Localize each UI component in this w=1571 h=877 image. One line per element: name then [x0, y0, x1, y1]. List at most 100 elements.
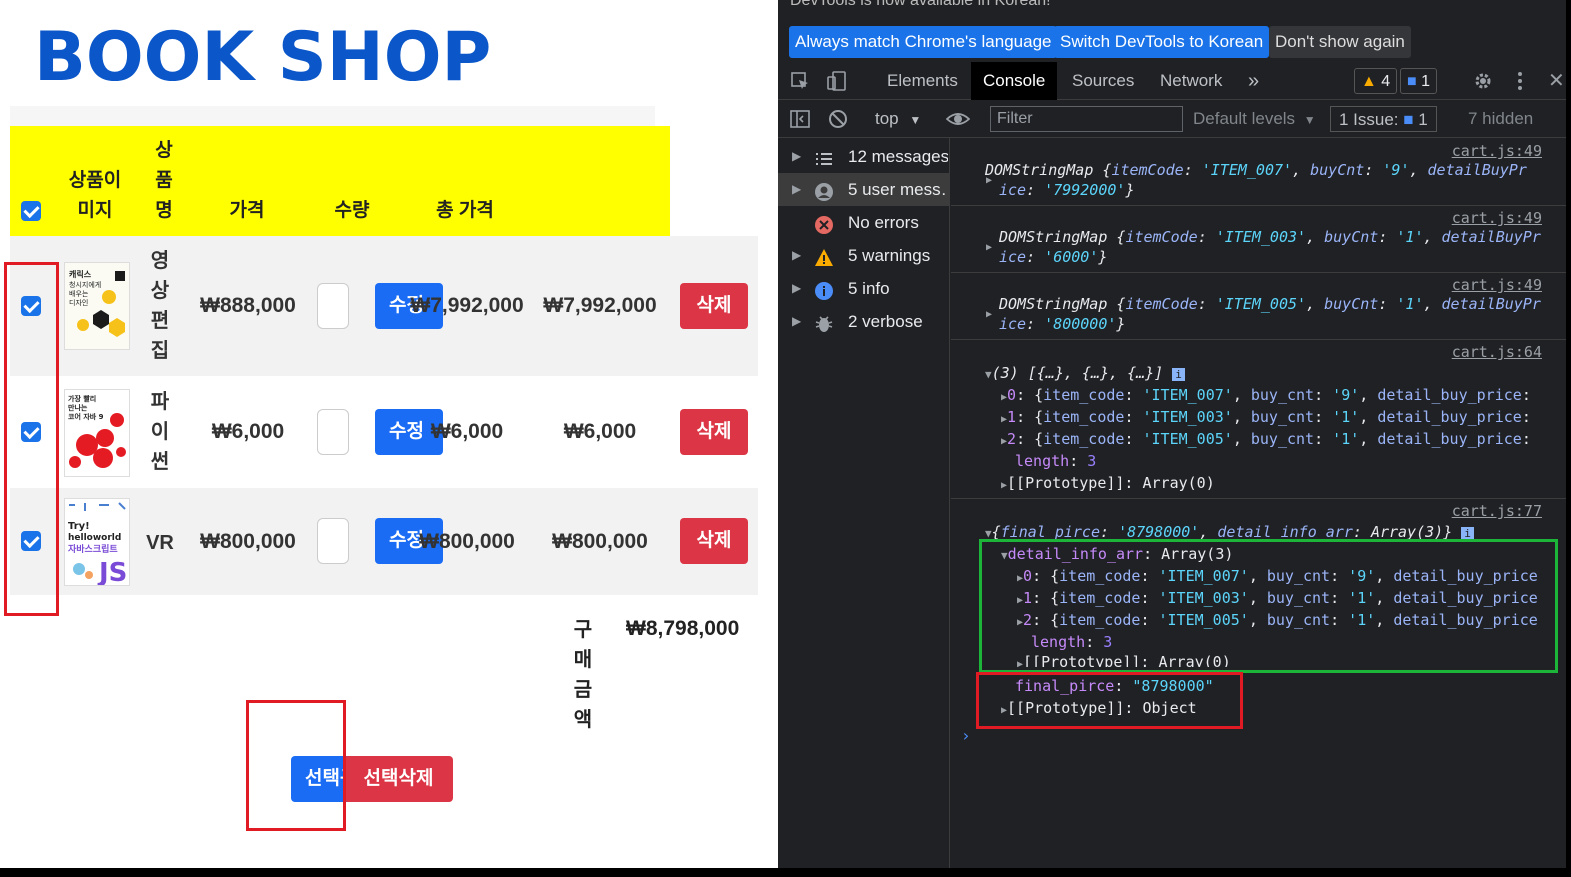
unit-price: ₩800,000	[200, 530, 296, 553]
context-selector[interactable]: top ▼	[875, 106, 921, 132]
purchase-label-char: 금	[573, 679, 593, 701]
annotation-red-box	[246, 700, 346, 831]
subtotal-price: ₩7,992,000	[410, 294, 524, 317]
array-item-line[interactable]: ▶0: {item_code: 'ITEM_007', buy_cnt: '9'…	[1001, 386, 1531, 404]
tab-sources[interactable]: Sources	[1060, 62, 1146, 100]
quantity-input[interactable]	[317, 283, 349, 329]
device-toolbar-icon[interactable]	[826, 70, 848, 92]
log-separator	[951, 498, 1566, 499]
warnings-badge[interactable]: ▲ 4	[1354, 68, 1398, 94]
source-link[interactable]: cart.js:77	[1452, 502, 1542, 520]
sidebar-item-user-messages[interactable]: ▶ 5 user mess…	[778, 173, 950, 206]
info-icon: i	[1172, 368, 1185, 381]
array-item-line[interactable]: ▶1: {item_code: 'ITEM_003', buy_cnt: '1'…	[1001, 408, 1531, 426]
quantity-input[interactable]	[317, 518, 349, 564]
clear-console-icon[interactable]	[828, 109, 848, 129]
book-shop-page: BOOK SHOP 상품이 미지 상 품 명 가격 수량 총 가격 캐릭스 청시…	[0, 0, 778, 868]
user-icon	[814, 180, 834, 201]
bug-icon	[814, 312, 834, 332]
kebab-menu-icon[interactable]	[1515, 70, 1525, 92]
console-log-line[interactable]: DOMStringMap {itemCode: 'ITEM_005', buyC…	[999, 295, 1541, 313]
annotation-red-box	[4, 262, 59, 616]
dont-show-again-button[interactable]: Don't show again	[1269, 26, 1411, 58]
array-length: 3	[1087, 452, 1097, 470]
header-image-line: 상품이	[68, 170, 122, 191]
inspect-element-icon[interactable]	[790, 71, 810, 91]
svg-text:helloworld: helloworld	[68, 533, 121, 543]
filter-input[interactable]: Filter	[990, 106, 1183, 132]
product-name-char: VR	[146, 532, 174, 554]
switch-to-korean-button[interactable]: Switch DevTools to Korean	[1054, 26, 1270, 58]
source-link[interactable]: cart.js:49	[1452, 142, 1542, 160]
product-name: 파 이 썬	[146, 387, 174, 477]
dropdown-icon: ▼	[909, 113, 922, 127]
expand-arrow-icon: ▶	[792, 182, 802, 196]
console-sidebar: ▶ 12 messages ▶ 5 user mess… No errors ▶…	[778, 138, 950, 868]
console-prompt-icon[interactable]: ›	[961, 726, 971, 745]
issues-badge[interactable]: ■ 1	[1400, 68, 1438, 94]
source-link[interactable]: cart.js:49	[1452, 209, 1542, 227]
tab-network[interactable]: Network	[1148, 62, 1234, 100]
subtotal-price: ₩800,000	[419, 530, 515, 553]
log-separator	[951, 339, 1566, 340]
array-proto-line[interactable]: ▶[[Prototype]]: Array(0)	[1001, 474, 1215, 492]
sidebar-item-label: 5 user mess…	[848, 180, 948, 199]
array-index: 0	[1007, 386, 1017, 404]
sidebar-item-warnings[interactable]: ▶ 5 warnings	[778, 239, 950, 272]
svg-text:배우는: 배우는	[69, 289, 89, 298]
source-link[interactable]: cart.js:49	[1452, 276, 1542, 294]
always-match-language-button[interactable]: Always match Chrome's language	[789, 26, 1058, 58]
array-item-code: ITEM_005	[1151, 430, 1224, 448]
svg-text:만나는: 만나는	[68, 403, 88, 412]
eye-icon[interactable]	[945, 109, 971, 129]
tab-console[interactable]: Console	[971, 62, 1058, 100]
total-price: ₩800,000	[552, 530, 648, 553]
array-item-code: ITEM_007	[1151, 386, 1224, 404]
sidebar-toggle-icon[interactable]	[790, 109, 810, 129]
quantity-input[interactable]	[317, 409, 349, 455]
sidebar-item-messages[interactable]: ▶ 12 messages	[778, 140, 950, 173]
header-price: 가격	[229, 200, 265, 221]
array-index: 1	[1007, 408, 1017, 426]
delete-button[interactable]: 삭제	[680, 409, 748, 455]
array-summary-line[interactable]: ▼(3) [{…}, {…}, {…}] i	[985, 364, 1185, 382]
delete-button[interactable]: 삭제	[680, 283, 748, 329]
warning-icon: ▲	[1361, 73, 1377, 90]
svg-text:코어 자바 9: 코어 자바 9	[68, 412, 104, 421]
array-proto: Array(0)	[1142, 474, 1215, 492]
more-tabs-button[interactable]: »	[1236, 62, 1271, 100]
log-price: 800000	[1053, 315, 1108, 333]
source-link[interactable]: cart.js:64	[1452, 343, 1542, 361]
sidebar-item-errors[interactable]: No errors	[778, 206, 950, 239]
sidebar-item-label: 12 messages	[848, 147, 948, 166]
sidebar-item-info[interactable]: ▶ 5 info	[778, 272, 950, 305]
issues-count: 1	[1418, 110, 1428, 129]
select-delete-button[interactable]: 선택삭제	[344, 756, 453, 802]
unit-price: ₩6,000	[211, 420, 285, 443]
array-item-line[interactable]: ▶2: {item_code: 'ITEM_005', buy_cnt: '1'…	[1001, 430, 1531, 448]
sidebar-item-verbose[interactable]: ▶ 2 verbose	[778, 305, 950, 338]
log-levels-dropdown[interactable]: Default levels ▼	[1193, 106, 1316, 132]
delete-button[interactable]: 삭제	[680, 518, 748, 564]
log-levels-label: Default levels	[1193, 109, 1296, 128]
console-output: cart.js:49 DOMStringMap {itemCode: 'ITEM…	[951, 138, 1566, 868]
expand-arrow-icon[interactable]: ▶	[986, 309, 992, 320]
devtools-panel: DevTools is now available in Korean! Alw…	[778, 0, 1566, 868]
gear-icon[interactable]	[1472, 70, 1494, 92]
close-icon[interactable]: ✕	[1548, 70, 1565, 92]
expand-arrow-icon[interactable]: ▶	[986, 175, 992, 186]
product-name-char: 편	[150, 310, 170, 332]
array-length-line: length: 3	[1015, 452, 1097, 470]
console-log-line[interactable]: DOMStringMap {itemCode: 'ITEM_007', buyC…	[985, 161, 1527, 179]
sidebar-item-label: 5 info	[848, 279, 890, 298]
log-buy-cnt: 1	[1405, 295, 1415, 313]
header-spacer	[10, 106, 655, 126]
sidebar-item-label: No errors	[848, 213, 919, 232]
console-log-line[interactable]: DOMStringMap {itemCode: 'ITEM_003', buyC…	[999, 228, 1541, 246]
select-all-checkbox[interactable]	[21, 201, 41, 221]
message-icon: ■	[1403, 110, 1414, 129]
expand-arrow-icon[interactable]: ▶	[986, 242, 992, 253]
tab-elements[interactable]: Elements	[875, 62, 970, 100]
product-name-char: 영	[150, 250, 170, 272]
issues-button[interactable]: 1 Issue: ■ 1	[1330, 106, 1437, 132]
